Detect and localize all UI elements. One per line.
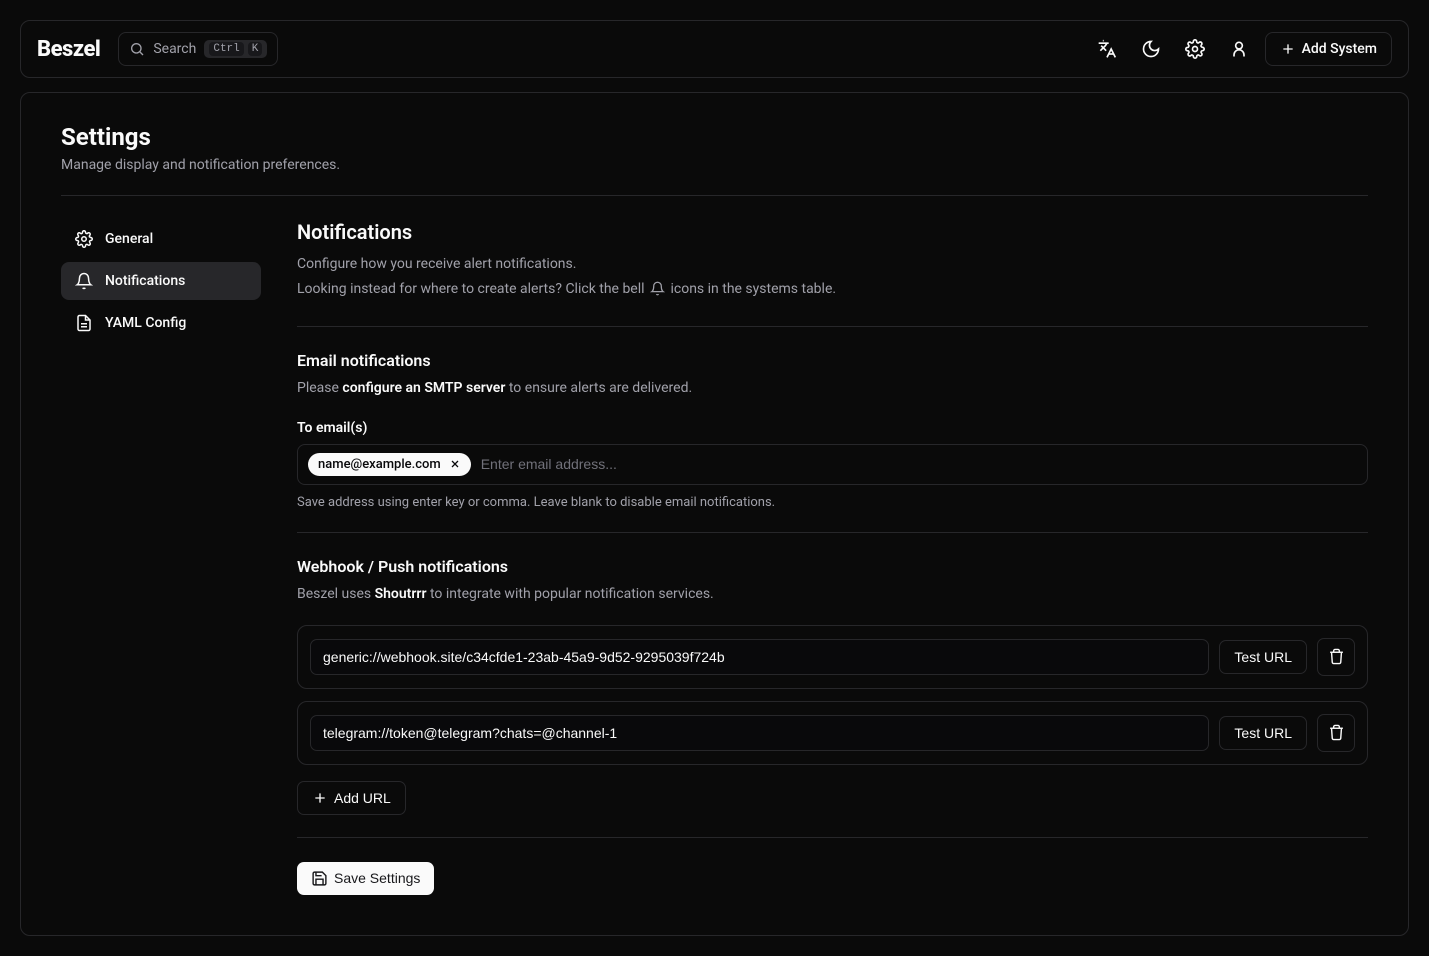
theme-icon[interactable] <box>1133 31 1169 67</box>
separator <box>297 837 1368 838</box>
sidebar-item-label: YAML Config <box>105 315 186 331</box>
bell-icon <box>75 272 93 290</box>
topbar-right: Add System <box>1089 31 1392 67</box>
save-settings-button[interactable]: Save Settings <box>297 862 434 895</box>
desc2-after: icons in the systems table. <box>667 281 836 297</box>
separator <box>297 532 1368 533</box>
email-tag-input[interactable]: name@example.com <box>297 444 1368 485</box>
search-kbd: Ctrl K <box>204 40 267 58</box>
gear-icon[interactable] <box>1177 31 1213 67</box>
webhook-row: Test URL <box>297 625 1368 689</box>
divider <box>61 195 1368 196</box>
topbar-left: Beszel Search Ctrl K <box>37 32 278 66</box>
webhook-url-input[interactable] <box>310 715 1209 751</box>
to-emails-label: To email(s) <box>297 420 1368 436</box>
add-url-button[interactable]: Add URL <box>297 781 406 815</box>
save-icon <box>311 870 328 887</box>
trash-icon <box>1328 648 1345 665</box>
kbd-ctrl: Ctrl <box>209 42 243 56</box>
kbd-k: K <box>248 42 263 56</box>
webhook-before: Beszel uses <box>297 586 375 602</box>
file-icon <box>75 314 93 332</box>
user-icon[interactable] <box>1221 31 1257 67</box>
delete-button[interactable] <box>1317 638 1355 676</box>
layout: General Notifications YAML Config Notifi… <box>61 220 1368 895</box>
sidebar-item-general[interactable]: General <box>61 220 261 258</box>
email-ensure: to ensure alerts are delivered. <box>505 380 692 396</box>
sidebar-item-notifications[interactable]: Notifications <box>61 262 261 300</box>
trash-icon <box>1328 724 1345 741</box>
delete-button[interactable] <box>1317 714 1355 752</box>
add-url-label: Add URL <box>334 790 391 806</box>
email-please: Please <box>297 380 342 396</box>
bell-icon <box>650 281 665 296</box>
page-subtitle: Manage display and notification preferen… <box>61 157 1368 173</box>
add-system-button[interactable]: Add System <box>1265 32 1392 66</box>
content: Notifications Configure how you receive … <box>297 220 1368 895</box>
language-icon[interactable] <box>1089 31 1125 67</box>
webhook-title: Webhook / Push notifications <box>297 557 1368 576</box>
search-box[interactable]: Search Ctrl K <box>118 32 278 66</box>
email-title: Email notifications <box>297 351 1368 370</box>
desc2-before: Looking instead for where to create aler… <box>297 281 648 297</box>
search-icon <box>129 41 145 57</box>
webhook-after: to integrate with popular notification s… <box>427 586 714 602</box>
email-desc: Please configure an SMTP server to ensur… <box>297 376 1368 401</box>
notifications-desc2: Looking instead for where to create aler… <box>297 277 1368 302</box>
save-label: Save Settings <box>334 870 420 886</box>
page-title: Settings <box>61 123 1368 151</box>
add-system-label: Add System <box>1302 41 1377 57</box>
sidebar-item-label: General <box>105 231 153 247</box>
webhook-desc: Beszel uses Shoutrrr to integrate with p… <box>297 582 1368 607</box>
logo[interactable]: Beszel <box>37 37 100 62</box>
sidebar-item-yaml[interactable]: YAML Config <box>61 304 261 342</box>
search-label: Search <box>153 41 196 57</box>
email-tag: name@example.com <box>308 453 471 476</box>
email-help: Save address using enter key or comma. L… <box>297 495 1368 510</box>
remove-tag-icon[interactable] <box>449 458 461 470</box>
topbar: Beszel Search Ctrl K Ad <box>20 20 1409 78</box>
settings-card: Settings Manage display and notification… <box>20 92 1409 936</box>
test-url-button[interactable]: Test URL <box>1219 640 1307 674</box>
plus-icon <box>312 790 328 806</box>
webhook-url-input[interactable] <box>310 639 1209 675</box>
plus-icon <box>1280 41 1296 57</box>
email-input[interactable] <box>481 456 1357 472</box>
gear-icon <box>75 230 93 248</box>
settings-sidebar: General Notifications YAML Config <box>61 220 261 895</box>
notifications-desc1: Configure how you receive alert notifica… <box>297 252 1368 277</box>
smtp-link[interactable]: configure an SMTP server <box>342 380 505 396</box>
email-tag-text: name@example.com <box>318 457 441 472</box>
sidebar-item-label: Notifications <box>105 273 185 289</box>
notifications-title: Notifications <box>297 220 1368 244</box>
webhook-row: Test URL <box>297 701 1368 765</box>
shoutrrr-link[interactable]: Shoutrrr <box>375 586 427 602</box>
separator <box>297 326 1368 327</box>
test-url-button[interactable]: Test URL <box>1219 716 1307 750</box>
